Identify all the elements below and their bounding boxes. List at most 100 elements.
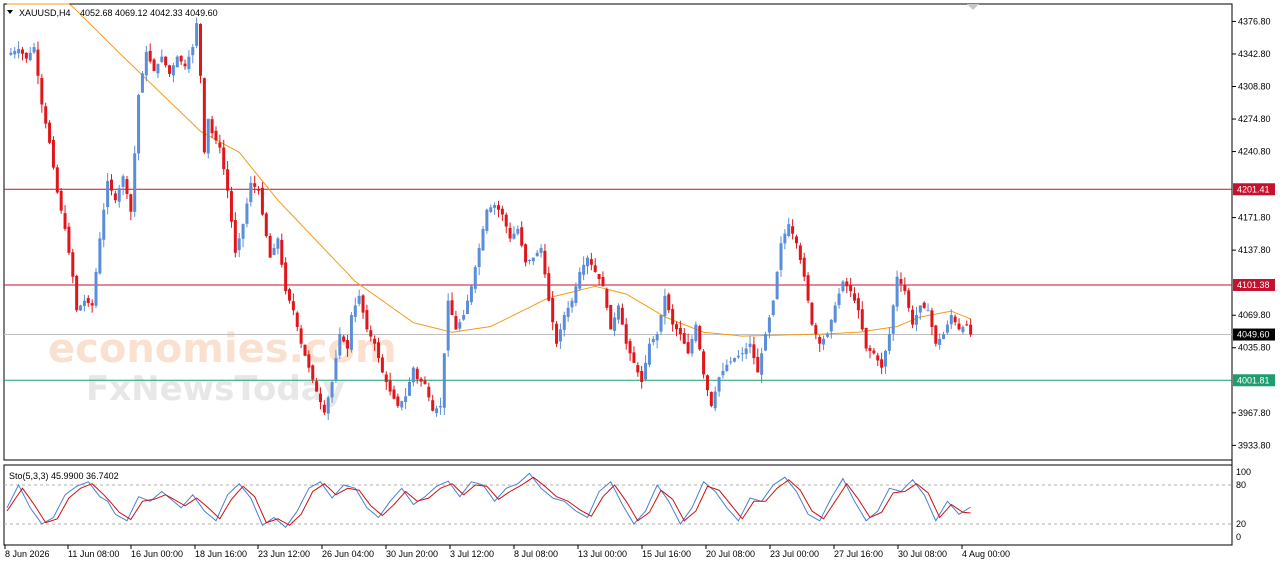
candle-body	[137, 94, 141, 154]
candle-body	[512, 233, 516, 239]
price-tick-label: 4137.80	[1238, 245, 1271, 255]
candle-body	[837, 293, 841, 305]
time-tick-label: 3 Jul 12:00	[450, 549, 494, 559]
candle-body	[214, 130, 218, 141]
candle-body	[63, 213, 67, 229]
candle-body	[51, 139, 55, 168]
candle-body	[887, 334, 891, 351]
candle-body	[435, 408, 439, 414]
candle-body	[160, 56, 164, 62]
candle-body	[260, 187, 264, 215]
candle-body	[396, 396, 400, 406]
time-tick-label: 26 Jun 04:00	[322, 549, 374, 559]
candle-body	[593, 265, 597, 272]
candle-body	[582, 264, 586, 275]
time-tick-label: 30 Jul 08:00	[898, 549, 947, 559]
time-tick-label: 15 Jul 16:00	[642, 549, 691, 559]
candle-body	[222, 147, 226, 170]
candle-body	[489, 207, 493, 212]
candle-body	[570, 300, 574, 308]
candle-body	[349, 315, 353, 350]
candle-body	[36, 49, 40, 76]
candle-body	[458, 322, 462, 329]
candle-body	[206, 118, 210, 154]
time-tick-label: 11 Jun 08:00	[68, 549, 119, 559]
candle-body	[586, 257, 589, 267]
candle-body	[427, 386, 431, 398]
candle-body	[841, 281, 845, 292]
candle-body	[249, 182, 253, 203]
candle-body	[377, 342, 381, 359]
candle-body	[702, 351, 706, 375]
price-chart[interactable]: economies.com FxNewsToday 100 80 20 0 4376.…	[0, 0, 1280, 567]
candle-body	[334, 358, 338, 380]
candle-body	[226, 169, 230, 191]
time-tick-label: 8 Jul 08:00	[514, 549, 558, 559]
candle-body	[493, 204, 497, 208]
candle-body	[957, 323, 961, 330]
candle-body	[311, 365, 315, 380]
stoch-level-label: 0	[1236, 532, 1241, 542]
level-price-tag-label: 4201.41	[1237, 184, 1270, 194]
stoch-level-label: 80	[1236, 480, 1246, 490]
candle-body	[624, 324, 628, 344]
candle-body	[13, 50, 17, 55]
candle-body	[965, 324, 969, 326]
candle-body	[257, 189, 261, 191]
candle-body	[760, 353, 764, 375]
candle-body	[752, 344, 756, 359]
candle-body	[764, 334, 768, 351]
candle-body	[555, 323, 559, 344]
candle-body	[303, 344, 307, 356]
candle-body	[953, 316, 957, 323]
candle-body	[496, 205, 500, 210]
candle-body	[315, 381, 319, 392]
candle-body	[195, 23, 199, 46]
candle-body	[121, 176, 125, 187]
candle-body	[102, 209, 106, 240]
candle-body	[373, 338, 377, 344]
candle-body	[98, 238, 102, 274]
candle-body	[690, 338, 694, 354]
candle-body	[802, 257, 806, 277]
candle-body	[880, 359, 884, 368]
time-tick-label: 20 Jul 08:00	[706, 549, 755, 559]
candle-body	[613, 317, 617, 331]
stoch-level-label: 100	[1236, 467, 1251, 477]
candle-body	[171, 65, 175, 76]
candle-body	[164, 56, 168, 66]
candle-body	[942, 334, 946, 340]
candle-body	[307, 354, 311, 368]
candle-body	[740, 353, 744, 355]
candle-body	[442, 353, 446, 408]
candle-body	[20, 49, 24, 54]
time-tick-label: 16 Jun 00:00	[131, 549, 183, 559]
candle-body	[856, 298, 860, 311]
time-tick-label: 18 Jun 16:00	[195, 549, 247, 559]
candle-body	[357, 295, 361, 304]
candle-body	[272, 248, 276, 255]
candle-body	[28, 52, 32, 61]
candle-body	[353, 305, 357, 317]
candle-body	[32, 47, 36, 53]
candle-body	[636, 364, 640, 373]
candle-body	[717, 377, 721, 392]
candle-body	[106, 181, 110, 208]
candle-body	[415, 368, 419, 380]
candle-body	[895, 276, 899, 307]
candle-body	[411, 367, 415, 383]
candle-body	[466, 300, 470, 314]
candle-body	[632, 352, 636, 363]
candle-body	[148, 50, 152, 62]
candle-body	[361, 295, 365, 313]
candle-body	[539, 248, 543, 253]
candle-body	[907, 290, 911, 308]
candle-body	[168, 65, 172, 74]
candle-body	[233, 220, 237, 253]
candle-body	[864, 327, 868, 349]
candle-body	[775, 271, 779, 299]
candle-body	[853, 293, 857, 301]
candle-body	[40, 77, 44, 105]
candle-body	[899, 279, 903, 284]
candle-body	[175, 56, 179, 68]
